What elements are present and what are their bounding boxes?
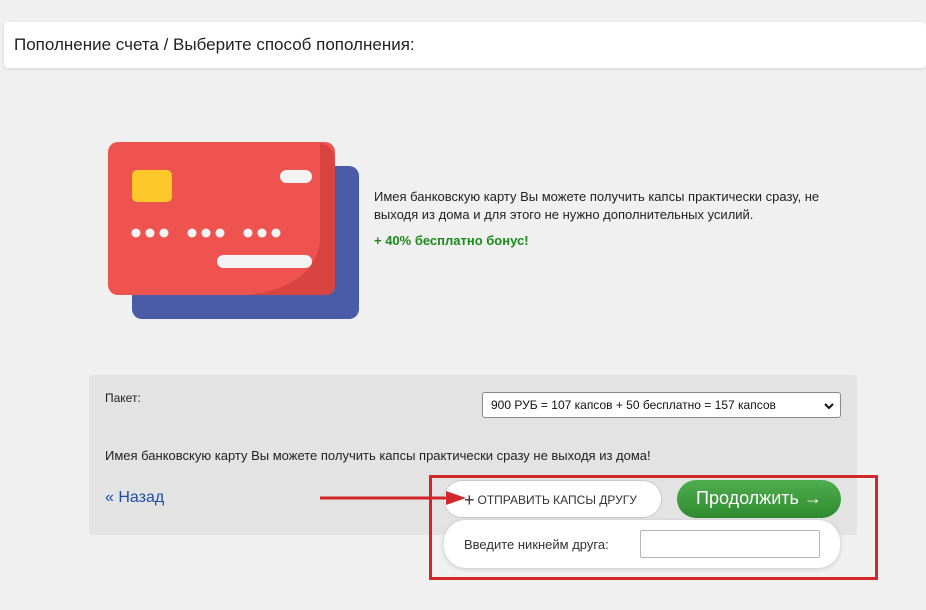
promo-description: Имея банковскую карту Вы можете получить… (374, 189, 820, 222)
bank-card-icon (108, 142, 359, 319)
package-select-value: 900 РУБ = 107 капсов + 50 бесплатно = 15… (491, 398, 776, 412)
send-to-friend-button[interactable]: + ОТПРАВИТЬ КАПСЫ ДРУГУ (443, 480, 662, 518)
page-title: Пополнение счета / Выберите способ попол… (14, 35, 415, 54)
plus-icon: + (464, 490, 475, 510)
continue-button[interactable]: Продолжить → (677, 480, 841, 518)
card-chip (132, 170, 172, 202)
send-to-friend-label: ОТПРАВИТЬ КАПСЫ ДРУГУ (477, 493, 637, 507)
friend-nickname-input[interactable] (640, 530, 820, 558)
package-label: Пакет: (105, 391, 141, 405)
friend-nickname-box: Введите никнейм друга: (444, 520, 840, 568)
friend-nickname-label: Введите никнейм друга: (464, 537, 609, 552)
payment-form-panel: Пакет: 900 РУБ = 107 капсов + 50 бесплат… (89, 375, 857, 568)
chevron-down-icon (824, 403, 834, 410)
page-header: Пополнение счета / Выберите способ попол… (4, 22, 926, 68)
promo-bonus: + 40% бесплатно бонус! (374, 233, 529, 248)
package-note: Имея банковскую карту Вы можете получить… (105, 448, 651, 463)
back-link[interactable]: « Назад (105, 489, 164, 507)
package-select[interactable]: 900 РУБ = 107 капсов + 50 бесплатно = 15… (482, 392, 841, 418)
card-front-shape (108, 142, 335, 295)
